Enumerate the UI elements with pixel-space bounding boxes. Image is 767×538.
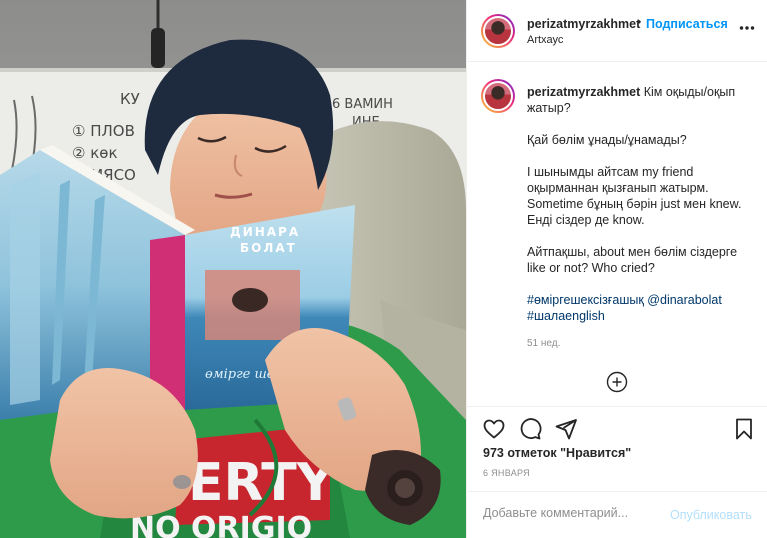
post-date[interactable]: 6 ЯНВАРЯ <box>483 468 530 478</box>
bookmark-icon[interactable] <box>733 417 755 446</box>
whiteboard-text: 6 ВАМИН <box>332 97 393 112</box>
comment-box: Опубликовать <box>467 491 767 538</box>
follow-button[interactable]: Подписаться <box>646 17 728 31</box>
caption-paragraph: Айтпақшы, about мен бөлім сіздерге like … <box>527 245 738 275</box>
avatar[interactable] <box>481 79 515 113</box>
comment-input[interactable] <box>483 506 663 520</box>
post-photo[interactable]: КУ ① ПЛОВ ② көк ③ МЯСО 6 ВАМИН ИНЕ ERTY … <box>0 0 466 538</box>
separator-dot: • <box>637 15 642 29</box>
action-bar <box>467 406 767 448</box>
hashtag-link[interactable]: #шалаenglish <box>527 309 605 323</box>
load-more-comments-icon[interactable] <box>606 371 628 398</box>
caption-timestamp: 51 нед. <box>527 338 561 349</box>
more-options-icon[interactable] <box>739 20 755 41</box>
location-link[interactable]: Artxаус <box>527 34 563 46</box>
comment-icon[interactable] <box>518 417 542 446</box>
caption-paragraph: І шынымды айтсам my friend оқырманнан қы… <box>527 165 742 227</box>
likes-count[interactable]: 973 отметок "Нравится" <box>483 446 631 460</box>
whiteboard-text: ② көк <box>72 144 118 162</box>
mention-link[interactable]: @dinarabolat <box>647 293 722 307</box>
shirt-text-bottom: NO ORIGIO <box>130 511 312 538</box>
post-sidebar: perizatmyrzakhmet • Подписаться Artxаус … <box>466 0 767 538</box>
book-author-line2: БОЛАТ <box>240 241 297 255</box>
whiteboard-text: КУ <box>120 90 140 108</box>
username-link[interactable]: perizatmyrzakhmet <box>527 17 640 31</box>
book-author-line1: ДИНАРА <box>230 225 300 239</box>
heart-icon[interactable] <box>482 417 506 446</box>
caption-text: perizatmyrzakhmet Кім оқыды/оқып жатыр? … <box>527 84 757 352</box>
post-header: perizatmyrzakhmet • Подписаться Artxаус <box>467 0 767 62</box>
caption-username[interactable]: perizatmyrzakhmet <box>527 85 640 99</box>
hashtag-link[interactable]: #өміргешексізғашық <box>527 293 644 307</box>
share-icon[interactable] <box>554 417 578 446</box>
publish-button[interactable]: Опубликовать <box>670 508 752 522</box>
caption-paragraph: Қай бөлім ұнады/ұнамады? <box>527 133 687 147</box>
whiteboard-text: ① ПЛОВ <box>72 122 135 140</box>
avatar[interactable] <box>481 14 515 48</box>
caption-area: perizatmyrzakhmet Кім оқыды/оқып жатыр? … <box>467 63 767 406</box>
